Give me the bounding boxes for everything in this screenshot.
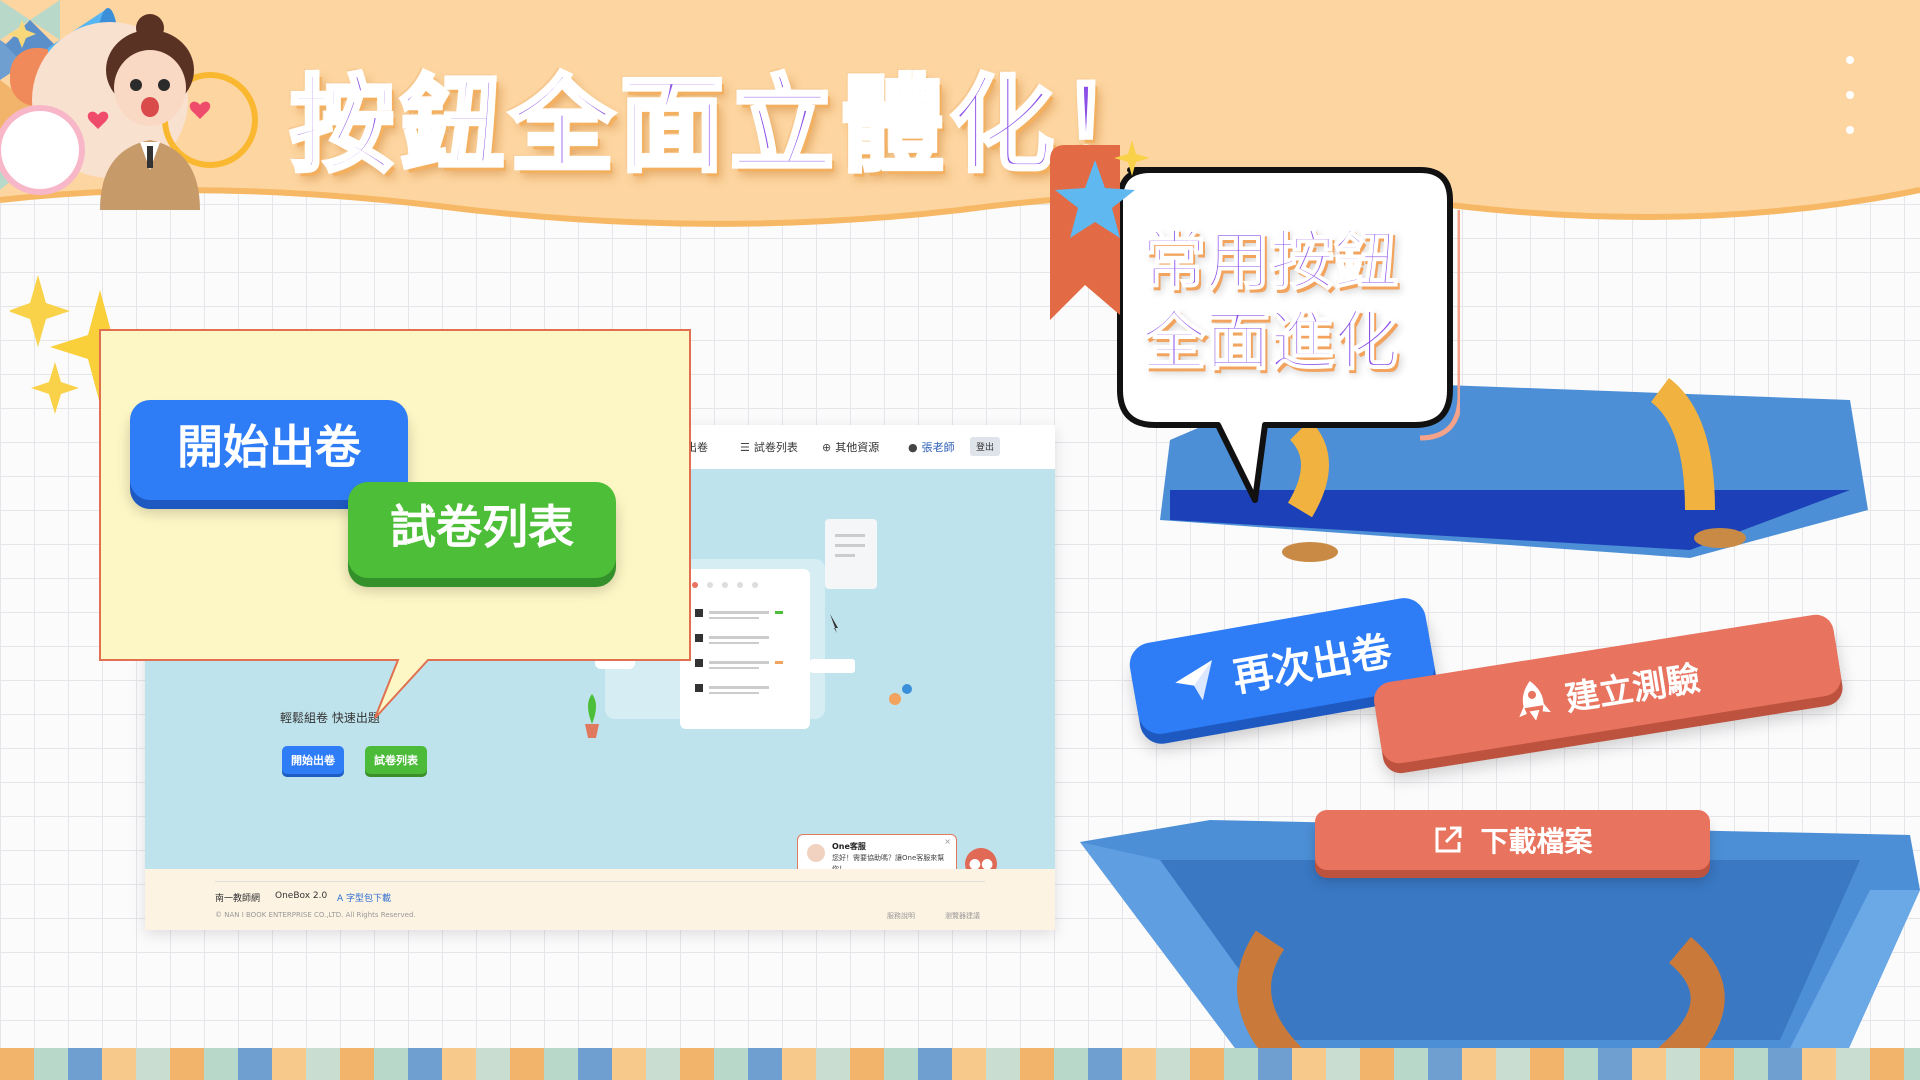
font-a-icon: A — [337, 894, 347, 904]
nav-user[interactable]: ● 張老師 — [908, 439, 955, 455]
footer-link-browser[interactable]: 瀏覽器建議 — [945, 911, 980, 921]
site-footer: 南一教師網 OneBox 2.0 A 字型包下載 © NAN I BOOK EN… — [145, 869, 1055, 930]
chat-close-icon[interactable]: × — [944, 837, 951, 846]
again-exam-label: 再次出卷 — [1229, 628, 1396, 702]
rocket-icon — [1518, 681, 1551, 721]
nav-item-resources[interactable]: ⊕ 其他資源 — [822, 439, 879, 455]
footer-divider — [215, 881, 985, 882]
plus-circle-icon: ⊕ — [822, 441, 832, 454]
download-file-label: 下載檔案 — [1480, 825, 1593, 858]
logout-button[interactable]: 登出 — [970, 437, 1001, 456]
chat-avatar — [807, 844, 825, 862]
bottom-pattern-strip — [0, 1048, 1920, 1080]
create-test-button[interactable]: 建立測驗 — [1371, 612, 1844, 766]
footer-link-teacher[interactable]: 南一教師網 — [215, 891, 260, 904]
callout-box — [99, 329, 691, 719]
bubble-line-1: 常用按鈕 — [1141, 224, 1399, 300]
nav-item-list[interactable]: ☰ 試卷列表 — [740, 439, 798, 455]
send-icon — [1175, 660, 1212, 701]
chat-title: One客服 — [832, 842, 866, 851]
callout-list-button[interactable]: 試卷列表 — [348, 482, 616, 578]
bubble-headline: 常用按鈕 全面進化 — [1120, 222, 1420, 382]
download-file-button[interactable]: 下載檔案 — [1315, 810, 1710, 870]
footer-link-onebox[interactable]: OneBox 2.0 — [275, 891, 327, 901]
hero-list-button[interactable]: 試卷列表 — [365, 746, 427, 774]
user-icon: ● — [908, 441, 918, 454]
list-icon: ☰ — [740, 441, 750, 454]
footer-link-font-download[interactable]: A 字型包下載 — [337, 891, 391, 904]
external-link-icon — [1435, 826, 1462, 853]
footer-link-service[interactable]: 服務說明 — [887, 911, 915, 921]
create-test-label: 建立測驗 — [1562, 658, 1704, 719]
hero-start-button[interactable]: 開始出卷 — [282, 746, 344, 774]
bubble-line-2: 全面進化 — [1141, 304, 1399, 380]
footer-copyright: © NAN I BOOK ENTERPRISE CO.,LTD. All Rig… — [215, 911, 416, 919]
